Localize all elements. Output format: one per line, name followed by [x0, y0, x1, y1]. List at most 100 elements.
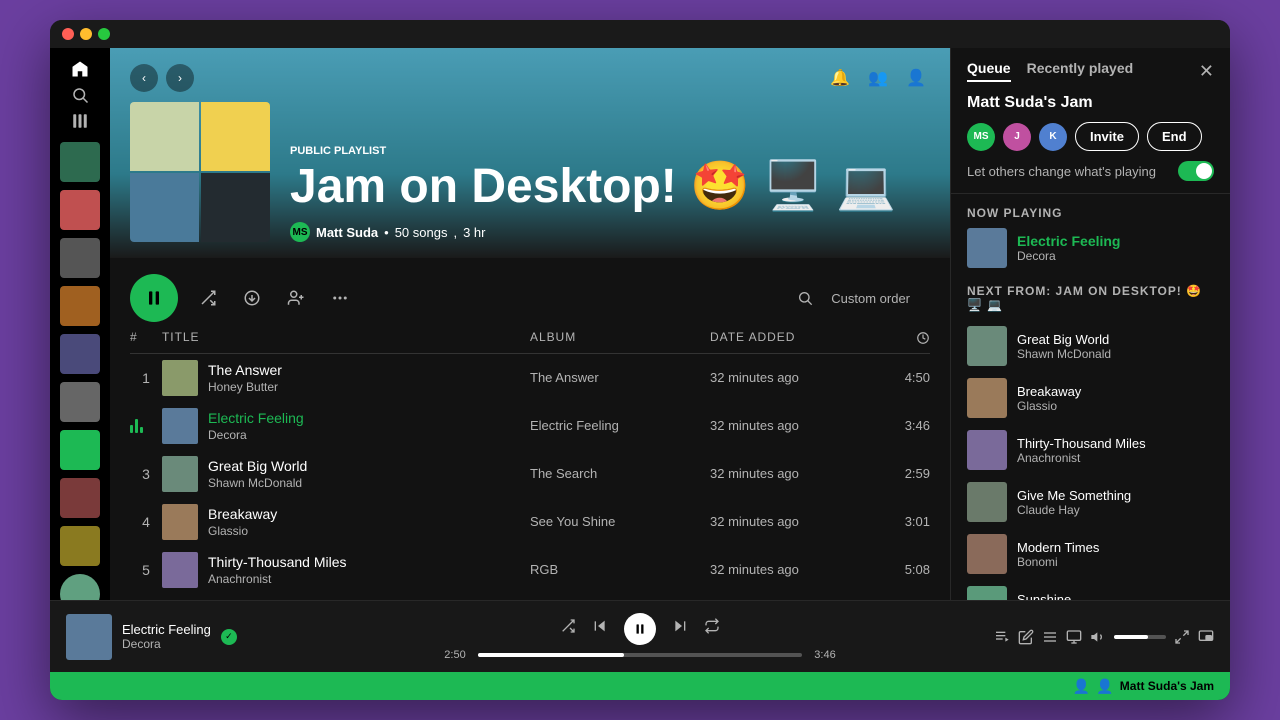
- table-row[interactable]: 5 Thirty-Thousand Miles Anachronist RGB …: [130, 546, 930, 594]
- sidebar-thumb-4[interactable]: [60, 286, 100, 326]
- notification-icon[interactable]: 🔔: [826, 64, 854, 92]
- list-item[interactable]: Thirty-Thousand MilesAnachronist: [967, 424, 1214, 476]
- play-pause-button[interactable]: [130, 274, 178, 322]
- track-album: Electric Feeling: [530, 418, 710, 433]
- track-header: # Title Album Date added: [130, 330, 930, 354]
- player-track-artist: Decora: [122, 637, 211, 651]
- more-options-button[interactable]: [326, 284, 354, 312]
- close-button[interactable]: [62, 28, 74, 40]
- invite-button[interactable]: Invite: [1075, 122, 1139, 151]
- art-cell-tr: [201, 102, 270, 171]
- table-row[interactable]: 1 The Answer Honey Butter The Answer 32 …: [130, 354, 930, 402]
- end-button[interactable]: End: [1147, 122, 1202, 151]
- queue-tabs: Queue Recently played: [967, 60, 1133, 82]
- list-icon[interactable]: [1042, 629, 1058, 645]
- qi-artist: Anachronist: [1017, 451, 1146, 465]
- sidebar-thumb-6[interactable]: [60, 382, 100, 422]
- queue-header: Queue Recently played ✕: [951, 48, 1230, 94]
- col-album: Album: [530, 330, 710, 345]
- sidebar-thumb-5[interactable]: [60, 334, 100, 374]
- volume-bar[interactable]: [1114, 635, 1166, 639]
- profile-icon[interactable]: 👤: [902, 64, 930, 92]
- sidebar-thumb-9[interactable]: [60, 526, 100, 566]
- list-item[interactable]: SunshineTigerweather: [967, 580, 1214, 600]
- sidebar-thumb-1[interactable]: [60, 142, 100, 182]
- track-info: Breakaway Glassio: [162, 504, 530, 540]
- queue-now-playing[interactable]: Electric Feeling Decora: [967, 228, 1214, 268]
- play-pause-icon[interactable]: [624, 613, 656, 645]
- col-duration: [870, 330, 930, 345]
- sidebar-item-library[interactable]: [60, 112, 100, 130]
- sidebar-thumb-2[interactable]: [60, 190, 100, 230]
- queue-item-thumb: [967, 482, 1007, 522]
- track-number: 4: [130, 514, 162, 530]
- queue-item-thumb: [967, 586, 1007, 600]
- sidebar-thumb-8[interactable]: [60, 478, 100, 518]
- search-tracks-button[interactable]: [791, 284, 819, 312]
- download-button[interactable]: [238, 284, 266, 312]
- track-name: Electric Feeling: [208, 410, 304, 426]
- fullscreen-icon[interactable]: [1174, 629, 1190, 645]
- table-row[interactable]: Electric Feeling Decora Electric Feeling…: [130, 402, 930, 450]
- back-button[interactable]: ‹: [130, 64, 158, 92]
- friends-icon[interactable]: 👥: [864, 64, 892, 92]
- previous-button[interactable]: [592, 618, 608, 639]
- sidebar-item-search[interactable]: [60, 86, 100, 104]
- sidebar-thumb-7[interactable]: [60, 430, 100, 470]
- sidebar-item-home[interactable]: [60, 60, 100, 78]
- playlist-details: Public Playlist Jam on Desktop! 🤩 🖥️ 💻 M…: [290, 145, 930, 242]
- add-user-button[interactable]: [282, 284, 310, 312]
- close-panel-button[interactable]: ✕: [1199, 61, 1214, 82]
- let-others-toggle[interactable]: [1178, 161, 1214, 181]
- playlist-meta: MS Matt Suda • 50 songs , 3 hr: [290, 222, 930, 242]
- next-from-label: Next from: Jam on Desktop! 🤩 🖥️ 💻: [967, 284, 1214, 312]
- qi-name: Thirty-Thousand Miles: [1017, 436, 1146, 451]
- shuffle-button[interactable]: [194, 284, 222, 312]
- col-num: #: [130, 330, 162, 345]
- tab-recently-played[interactable]: Recently played: [1027, 60, 1134, 82]
- shuffle-icon[interactable]: [560, 618, 576, 639]
- player-controls: 2:50 3:46: [286, 613, 994, 661]
- right-controls: [994, 629, 1214, 645]
- progress-bar[interactable]: [478, 653, 802, 657]
- jam-members: MS J K Invite End: [967, 122, 1214, 151]
- list-item[interactable]: Great Big WorldShawn McDonald: [967, 320, 1214, 372]
- pip-icon[interactable]: [1198, 629, 1214, 645]
- table-row[interactable]: 4 Breakaway Glassio See You Shine 32 min…: [130, 498, 930, 546]
- queue-icon[interactable]: [994, 629, 1010, 645]
- custom-order-button[interactable]: Custom order: [831, 291, 930, 306]
- track-thumbnail: [162, 456, 198, 492]
- repeat-icon[interactable]: [704, 618, 720, 639]
- track-artist: Anachronist: [208, 572, 347, 586]
- tab-queue[interactable]: Queue: [967, 60, 1011, 82]
- meta-separator2: ,: [453, 225, 457, 240]
- track-thumbnail: [162, 552, 198, 588]
- list-item[interactable]: Give Me SomethingClaude Hay: [967, 476, 1214, 528]
- edit-icon[interactable]: [1018, 629, 1034, 645]
- jam-footer-text[interactable]: 👤 👤 Matt Suda's Jam: [1073, 678, 1214, 695]
- track-album: The Search: [530, 466, 710, 481]
- track-number: 1: [130, 370, 162, 386]
- fullscreen-button[interactable]: [98, 28, 110, 40]
- volume-icon[interactable]: [1090, 629, 1106, 645]
- minimize-button[interactable]: [80, 28, 92, 40]
- controls-right: Custom order: [791, 284, 930, 312]
- traffic-lights: [62, 28, 110, 40]
- table-row[interactable]: 3 Great Big World Shawn McDonald The Sea…: [130, 450, 930, 498]
- track-thumbnail: [162, 360, 198, 396]
- qi-name: Give Me Something: [1017, 488, 1131, 503]
- qi-name: Breakaway: [1017, 384, 1081, 399]
- sidebar-thumb-3[interactable]: [60, 238, 100, 278]
- art-cell-bl: [130, 173, 199, 242]
- devices-icon[interactable]: [1066, 629, 1082, 645]
- playlist-type: Public Playlist: [290, 145, 930, 157]
- jam-session: Matt Suda's Jam MS J K Invite End Let ot…: [951, 94, 1230, 194]
- sidebar-thumb-10[interactable]: [60, 574, 100, 600]
- forward-button[interactable]: ›: [166, 64, 194, 92]
- list-item[interactable]: BreakawayGlassio: [967, 372, 1214, 424]
- next-button[interactable]: [672, 618, 688, 639]
- track-thumbnail: [162, 408, 198, 444]
- track-number: [130, 419, 162, 433]
- list-item[interactable]: Modern TimesBonomi: [967, 528, 1214, 580]
- member-avatar-2: J: [1003, 123, 1031, 151]
